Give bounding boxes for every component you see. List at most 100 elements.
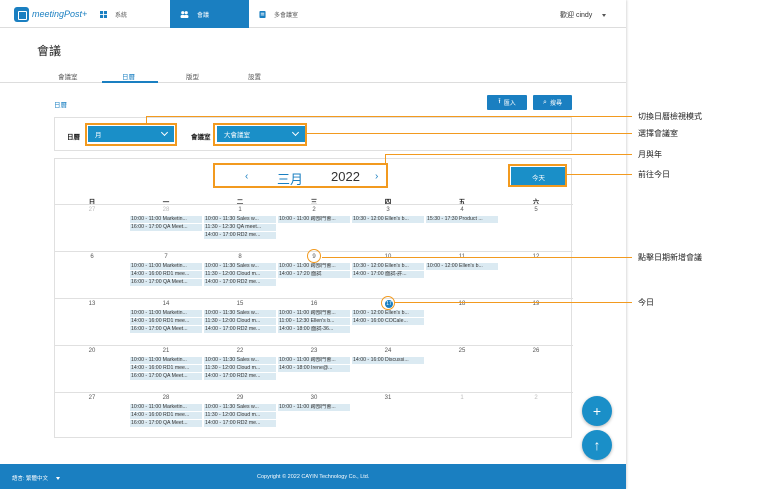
calendar-day-cell[interactable]: 9 10:00 - 11:00 跨部門會... 14:00 - 17:20 面試	[277, 249, 351, 299]
calendar-event[interactable]: 14:00 - 16:00 RD1 mee...	[130, 412, 202, 419]
calendar-event[interactable]: 16:00 - 17:00 QA Meet...	[130, 326, 202, 333]
logo-text: meetingPost+	[32, 9, 88, 19]
calendar-event[interactable]: 10:00 - 11:30 Sales w...	[204, 404, 276, 411]
calendar-event[interactable]: 11:30 - 12:00 Cloud m...	[204, 412, 276, 419]
day-number: 2	[534, 395, 538, 401]
tab-calendar[interactable]: 日曆	[122, 71, 135, 81]
calendar-event[interactable]: 16:00 - 17:00 QA Meet...	[130, 224, 202, 231]
tab-settings[interactable]: 設置	[248, 71, 261, 81]
calendar-day-cell[interactable]: 4 15:30 - 17:30 Product ...	[425, 205, 499, 252]
calendar-day-cell[interactable]: 21 10:00 - 11:00 Marketin... 14:00 - 16:00…	[129, 346, 203, 393]
calendar-event[interactable]: 10:00 - 11:00 Marketin...	[130, 263, 202, 270]
calendar-event[interactable]: 10:00 - 11:30 Sales w...	[204, 310, 276, 317]
calendar-event[interactable]: 10:00 - 11:00 Marketin...	[130, 357, 202, 364]
calendar-day-cell[interactable]: 12	[499, 252, 573, 299]
calendar-day-cell[interactable]: 2 10:00 - 11:00 跨部門會...	[277, 205, 351, 252]
calendar-event[interactable]: 14:00 - 18:00 面試-36...	[278, 326, 350, 333]
scroll-top-button[interactable]: ↑	[582, 430, 612, 460]
calendar-event[interactable]: 16:00 - 17:00 QA Meet...	[130, 373, 202, 380]
calendar-day-cell[interactable]: 27	[55, 393, 129, 440]
calendar-day-cell[interactable]: 7 10:00 - 11:00 Marketin... 14:00 - 16:00 …	[129, 252, 203, 299]
calendar-event[interactable]: 11:30 - 12:30 QA meet...	[204, 224, 276, 231]
language-select[interactable]: 語言: 繁體中文	[12, 474, 61, 482]
calendar-event[interactable]: 14:00 - 17:00 RD2 me...	[204, 232, 276, 239]
calendar-event[interactable]: 10:00 - 12:00 Ellen's b...	[426, 263, 498, 270]
calendar-event[interactable]: 10:30 - 12:00 Ellen's b...	[352, 216, 424, 223]
nav-system[interactable]: 系統	[90, 0, 170, 28]
calendar-day-cell[interactable]: 18	[425, 299, 499, 346]
calendar-event[interactable]: 14:00 - 17:20 面試	[278, 271, 350, 278]
calendar-day-cell[interactable]: 1110:00 - 12:00 Ellen's b...	[425, 252, 499, 299]
calendar-event[interactable]: 14:00 - 17:00 RD2 me...	[204, 326, 276, 333]
calendar-event[interactable]: 16:00 - 17:00 QA Meet...	[130, 420, 202, 427]
calendar-event[interactable]: 10:00 - 11:00 Marketin...	[130, 310, 202, 317]
search-button[interactable]: ⌕ 搜尋	[533, 95, 572, 110]
calendar-event[interactable]: 10:00 - 11:00 跨部門會...	[278, 216, 350, 223]
tab-meeting-room[interactable]: 會議室	[58, 71, 78, 81]
calendar-event[interactable]: 14:00 - 17:00 RD2 me...	[204, 279, 276, 286]
nav-meeting[interactable]: 會議	[170, 0, 249, 28]
calendar-day-cell[interactable]: 15 10:00 - 11:30 Sales w... 11:30 - 12:00 …	[203, 299, 277, 346]
calendar-day-cell[interactable]: 23 10:00 - 11:00 跨部門會... 14:00 - 18:00 Ire…	[277, 346, 351, 393]
add-meeting-button[interactable]: +	[582, 396, 612, 426]
calendar-event[interactable]: 14:00 - 17:00 RD2 me...	[204, 373, 276, 380]
calendar-event[interactable]: 10:00 - 11:30 Sales w...	[204, 357, 276, 364]
section-label: 日曆	[54, 102, 67, 109]
calendar-event[interactable]: 14:00 - 17:00 面試-許...	[352, 271, 424, 278]
calendar-event[interactable]: 14:00 - 16:00 RD1 mee...	[130, 365, 202, 372]
calendar-event[interactable]: 10:00 - 11:00 跨部門會...	[278, 357, 350, 364]
calendar-event[interactable]: 14:00 - 16:00 COCale...	[352, 318, 424, 325]
calendar-day-cell[interactable]: 26	[499, 346, 573, 393]
calendar-event[interactable]: 15:30 - 17:30 Product ...	[426, 216, 498, 223]
calendar-event[interactable]: 10:00 - 11:30 Sales w...	[204, 263, 276, 270]
calendar-day-cell[interactable]: 1010:30 - 12:00 Ellen's b...14:00 - 17:0…	[351, 252, 425, 299]
calendar-day-cell[interactable]: 14 10:00 - 11:00 Marketin... 14:00 - 16:00…	[129, 299, 203, 346]
calendar-day-cell[interactable]: 20	[55, 346, 129, 393]
calendar-event[interactable]: 10:00 - 11:00 Marketin...	[130, 216, 202, 223]
calendar-day-cell[interactable]: 24 14:00 - 16:00 Discussi...	[351, 346, 425, 393]
calendar-day-cell[interactable]: 17 10:00 - 12:00 Ellen's b...14:00 - 16:0…	[351, 296, 425, 346]
calendar-event[interactable]: 10:00 - 11:00 跨部門會...	[278, 404, 350, 411]
calendar-event[interactable]: 11:00 - 12:30 Ellen's b...	[278, 318, 350, 325]
calendar-event[interactable]: 10:30 - 12:00 Ellen's b...	[352, 263, 424, 270]
calendar-day-cell[interactable]: 5	[499, 205, 573, 252]
calendar-event[interactable]: 10:00 - 11:00 Marketin...	[130, 404, 202, 411]
calendar-event[interactable]: 16:00 - 17:00 QA Meet...	[130, 279, 202, 286]
tab-template[interactable]: 版型	[186, 71, 199, 81]
calendar-day-cell[interactable]: 30 10:00 - 11:00 跨部門會...	[277, 393, 351, 440]
logo[interactable]: meetingPost+	[14, 6, 87, 22]
calendar-event[interactable]: 14:00 - 16:00 Discussi...	[352, 357, 424, 364]
calendar-event[interactable]: 11:30 - 12:00 Cloud m...	[204, 271, 276, 278]
calendar-day-cell[interactable]: 28 10:00 - 11:00 Marketin... 16:00 - 17:00…	[129, 205, 203, 252]
calendar-day-cell[interactable]: 28 10:00 - 11:00 Marketin... 14:00 - 16:00…	[129, 393, 203, 440]
calendar-day-cell[interactable]: 27	[55, 205, 129, 252]
calendar-day-cell[interactable]: 31	[351, 393, 425, 440]
user-menu[interactable]: 歡迎 cindy	[560, 10, 607, 20]
calendar-event[interactable]: 10:00 - 12:00 Ellen's b...	[352, 310, 424, 317]
calendar-day-cell[interactable]: 22 10:00 - 11:30 Sales w... 11:30 - 12:00 …	[203, 346, 277, 393]
calendar-event[interactable]: 10:00 - 11:00 跨部門會...	[278, 310, 350, 317]
calendar-event[interactable]: 10:00 - 11:00 跨部門會...	[278, 263, 350, 270]
annotation-line	[394, 302, 632, 303]
calendar-day-cell[interactable]: 13	[55, 299, 129, 346]
annotation-text: 點擊日期新增會議	[638, 253, 702, 262]
calendar-event[interactable]: 11:30 - 12:00 Cloud m...	[204, 318, 276, 325]
calendar-day-cell[interactable]: 1	[425, 393, 499, 440]
calendar-day-cell[interactable]: 1 10:00 - 11:30 Sales w... 11:30 - 12:30 Q…	[203, 205, 277, 252]
calendar-day-cell[interactable]: 25	[425, 346, 499, 393]
calendar-day-cell[interactable]: 19	[499, 299, 573, 346]
calendar-event[interactable]: 14:00 - 18:00 Irene@...	[278, 365, 350, 372]
calendar-day-cell[interactable]: 6	[55, 252, 129, 299]
calendar-event[interactable]: 14:00 - 17:00 RD2 me...	[204, 420, 276, 427]
calendar-event[interactable]: 10:00 - 11:30 Sales w...	[204, 216, 276, 223]
calendar-day-cell[interactable]: 2	[499, 393, 573, 440]
calendar-event[interactable]: 11:30 - 12:00 Cloud m...	[204, 365, 276, 372]
calendar-event[interactable]: 14:00 - 16:00 RD1 mee...	[130, 271, 202, 278]
calendar-day-cell[interactable]: 16 10:00 - 11:00 跨部門會... 11:00 - 12:30 Ell…	[277, 299, 351, 346]
calendar-day-cell[interactable]: 29 10:00 - 11:30 Sales w... 11:30 - 12:00 …	[203, 393, 277, 440]
import-button[interactable]: ⭱ 匯入	[487, 95, 527, 110]
calendar-day-cell[interactable]: 8 10:00 - 11:30 Sales w... 11:30 - 12:00 C…	[203, 252, 277, 299]
calendar-day-cell[interactable]: 3 10:30 - 12:00 Ellen's b...	[351, 205, 425, 252]
calendar-event[interactable]: 14:00 - 16:00 RD1 mee...	[130, 318, 202, 325]
nav-multi-room[interactable]: 多會議室	[249, 0, 339, 28]
